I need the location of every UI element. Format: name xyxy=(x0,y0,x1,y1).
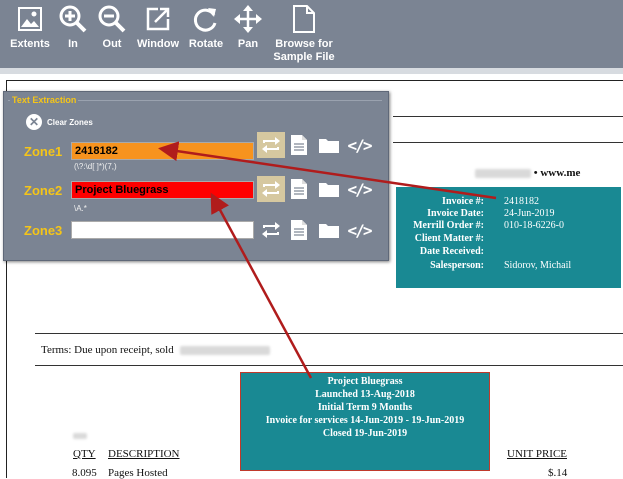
invoice-info-box: Invoice #: 2418182 Invoice Date: 24-Jun-20… xyxy=(396,187,621,288)
file-icon xyxy=(292,4,316,34)
clear-zones-button[interactable]: ✕ Clear Zones xyxy=(26,114,93,130)
redacted-text xyxy=(475,168,531,178)
code-icon: </> xyxy=(347,135,373,155)
project-line: Launched 13-Aug-2018 xyxy=(315,389,415,400)
code-icon: </> xyxy=(347,220,373,240)
code-icon: </> xyxy=(347,179,373,199)
doc-rule xyxy=(393,116,623,117)
zone1-input[interactable]: 2418182 xyxy=(71,142,254,160)
zone1-regex: (\?:\d[ ]*)(7,) xyxy=(74,162,117,171)
website-text: • www.me xyxy=(533,167,581,179)
column-unit-price: UNIT PRICE xyxy=(507,448,567,460)
zone1-folder-button[interactable] xyxy=(315,132,343,158)
redacted-text xyxy=(180,345,271,355)
invoice-row: Date Received: xyxy=(419,246,484,257)
zone3-label: Zone3 xyxy=(24,223,63,238)
doc-header-line: • www.me xyxy=(475,167,580,179)
doc-rule xyxy=(393,142,623,143)
zone1-actions: </> xyxy=(257,132,373,158)
doc-rule xyxy=(35,333,623,334)
panel-title: Text Extraction xyxy=(10,95,79,105)
zoom-out-button[interactable]: Out xyxy=(94,0,130,68)
zone2-input[interactable]: Project Bluegrass xyxy=(71,181,254,199)
zoom-in-button[interactable]: In xyxy=(56,0,90,68)
project-line: Closed 19-Jun-2019 xyxy=(322,428,408,439)
extents-button[interactable]: Extents xyxy=(6,0,54,68)
clear-zones-label: Clear Zones xyxy=(47,117,93,127)
zoom-out-icon xyxy=(97,4,127,34)
zoom-in-icon xyxy=(58,4,88,34)
invoice-row: Invoice Date: 24-Jun-2019 xyxy=(427,208,555,219)
project-line: Invoice for services 14-Jun-2019 - 19-Ju… xyxy=(265,415,465,426)
zone3-refresh-button[interactable] xyxy=(257,217,285,243)
pan-icon xyxy=(233,4,263,34)
rotate-button[interactable]: Rotate xyxy=(186,0,226,68)
redacted-text xyxy=(73,433,87,439)
toolbar: Extents In Out Window Rotate Pan Browse … xyxy=(0,0,623,68)
image-icon xyxy=(17,4,43,34)
zone2-folder-button[interactable] xyxy=(315,176,343,202)
document-icon xyxy=(291,135,307,155)
invoice-row: Client Matter #: xyxy=(414,233,484,244)
swap-icon xyxy=(262,181,280,197)
project-info-box: Project Bluegrass Launched 13-Aug-2018 I… xyxy=(240,372,490,471)
zone2-actions: </> xyxy=(257,176,373,202)
window-button[interactable]: Window xyxy=(134,0,182,68)
text-extraction-panel: Text Extraction ✕ Clear Zones Zone1 2418… xyxy=(3,91,389,261)
column-qty: QTY xyxy=(73,448,96,460)
rotate-icon xyxy=(192,4,220,34)
folder-icon xyxy=(319,224,339,238)
zone2-label: Zone2 xyxy=(24,183,63,198)
zone1-document-button[interactable] xyxy=(285,132,313,158)
browse-sample-file-button[interactable]: Browse for Sample File xyxy=(270,0,338,68)
zone3-actions: </> xyxy=(257,217,373,243)
terms-line: Terms: Due upon receipt, sold xyxy=(41,344,271,356)
row-description: Pages Hosted xyxy=(108,467,168,479)
document-icon xyxy=(291,179,307,199)
row-qty: 8.095 xyxy=(72,467,97,479)
invoice-row: Salesperson: Sidorov, Michail xyxy=(430,260,572,271)
folder-icon xyxy=(319,183,339,197)
pan-button[interactable]: Pan xyxy=(230,0,266,68)
zone2-refresh-button[interactable] xyxy=(257,176,285,202)
zone1-refresh-button[interactable] xyxy=(257,132,285,158)
folder-icon xyxy=(319,139,339,153)
document-icon xyxy=(291,220,307,240)
project-line: Project Bluegrass xyxy=(327,376,403,387)
invoice-row: Merrill Order #: 010-18-6226-0 xyxy=(413,220,564,231)
zone1-label: Zone1 xyxy=(24,144,63,159)
zone2-code-button[interactable]: </> xyxy=(345,176,373,202)
project-line: Initial Term 9 Months xyxy=(317,402,413,413)
doc-rule xyxy=(35,365,623,366)
close-icon: ✕ xyxy=(26,114,42,130)
zone1-code-button[interactable]: </> xyxy=(345,132,373,158)
invoice-row: Invoice #: 2418182 xyxy=(442,196,539,207)
terms-text: Terms: Due upon receipt, sold xyxy=(41,344,174,356)
row-price: $.14 xyxy=(548,467,568,479)
swap-icon xyxy=(262,222,280,238)
zone3-document-button[interactable] xyxy=(285,217,313,243)
column-description: DESCRIPTION xyxy=(108,448,180,460)
zone3-folder-button[interactable] xyxy=(315,217,343,243)
zone2-document-button[interactable] xyxy=(285,176,313,202)
zone3-code-button[interactable]: </> xyxy=(345,217,373,243)
swap-icon xyxy=(262,137,280,153)
window-icon xyxy=(145,4,171,34)
zone3-input[interactable] xyxy=(71,221,254,239)
zone2-regex: \A.* xyxy=(74,204,87,213)
